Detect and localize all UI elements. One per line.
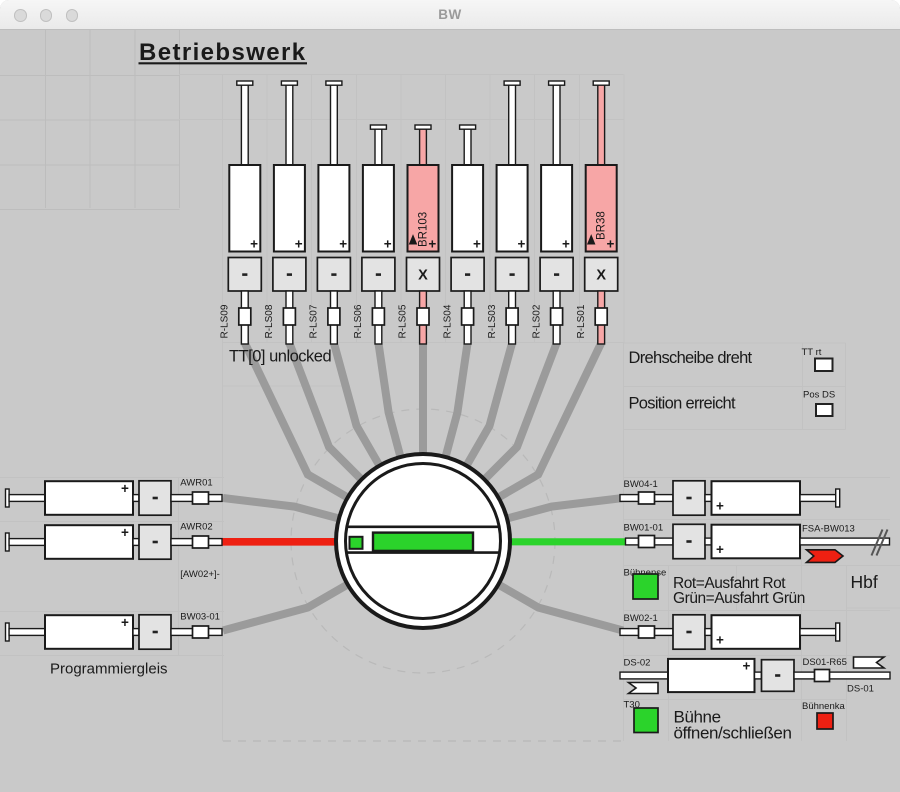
svg-text:DS-02: DS-02 (624, 658, 651, 669)
svg-text:+: + (716, 542, 724, 557)
svg-text:[AW02+]-: [AW02+]- (180, 569, 220, 580)
svg-text:BR103: BR103 (418, 212, 430, 247)
svg-text:Programmiergleis: Programmiergleis (50, 661, 168, 678)
svg-text:+: + (607, 237, 615, 252)
svg-text:+: + (473, 237, 481, 252)
svg-text:+: + (250, 237, 258, 252)
svg-text:R-LS01: R-LS01 (576, 304, 587, 338)
svg-text:R-LS09: R-LS09 (220, 304, 231, 338)
svg-text:R-LS03: R-LS03 (487, 304, 498, 338)
svg-text:R-LS05: R-LS05 (398, 304, 409, 338)
svg-text:Betriebswerk: Betriebswerk (139, 39, 307, 66)
svg-text:+: + (517, 237, 525, 252)
svg-text:+: + (339, 237, 347, 252)
svg-text:R-LS06: R-LS06 (353, 304, 364, 338)
svg-text:Pos DS: Pos DS (803, 390, 835, 401)
svg-text:+: + (428, 237, 436, 252)
svg-text:DS-01: DS-01 (847, 683, 874, 694)
svg-text:+: + (716, 499, 724, 514)
svg-text:AWR02: AWR02 (180, 522, 212, 533)
svg-text:Drehscheibe dreht: Drehscheibe dreht (629, 349, 753, 367)
svg-text:Grün=Ausfahrt Grün: Grün=Ausfahrt Grün (673, 590, 805, 607)
svg-text:BW01-01: BW01-01 (624, 523, 664, 534)
svg-text:TT rt: TT rt (802, 347, 822, 358)
svg-text:FSA-BW013: FSA-BW013 (802, 523, 855, 534)
svg-text:+: + (121, 481, 129, 496)
svg-text:BW02-1: BW02-1 (624, 613, 658, 624)
svg-text:X: X (596, 268, 606, 284)
svg-text:R-LS07: R-LS07 (309, 304, 320, 338)
svg-text:Bühnenka: Bühnenka (802, 701, 846, 712)
svg-text:+: + (295, 237, 303, 252)
svg-text:+: + (743, 659, 751, 674)
svg-text:DS01-R65: DS01-R65 (803, 657, 847, 668)
svg-text:+: + (716, 633, 724, 648)
svg-text:X: X (418, 268, 428, 284)
svg-text:+: + (121, 525, 129, 540)
svg-text:+: + (384, 237, 392, 252)
svg-text:+: + (121, 615, 129, 630)
svg-text:TT[0] unlocked: TT[0] unlocked (229, 348, 331, 366)
svg-text:BR38: BR38 (596, 211, 608, 240)
svg-text:Position erreicht: Position erreicht (629, 394, 737, 412)
svg-text:R-LS08: R-LS08 (264, 304, 275, 338)
svg-text:+: + (562, 237, 570, 252)
svg-text:öffnen/schließen: öffnen/schließen (674, 723, 792, 742)
svg-text:Hbf: Hbf (851, 572, 878, 592)
svg-text:R-LS04: R-LS04 (442, 304, 453, 338)
svg-text:BW04-1: BW04-1 (624, 479, 658, 490)
svg-text:BW03-01: BW03-01 (180, 612, 220, 623)
svg-text:R-LS02: R-LS02 (531, 304, 542, 338)
svg-text:AWR01: AWR01 (180, 478, 212, 489)
